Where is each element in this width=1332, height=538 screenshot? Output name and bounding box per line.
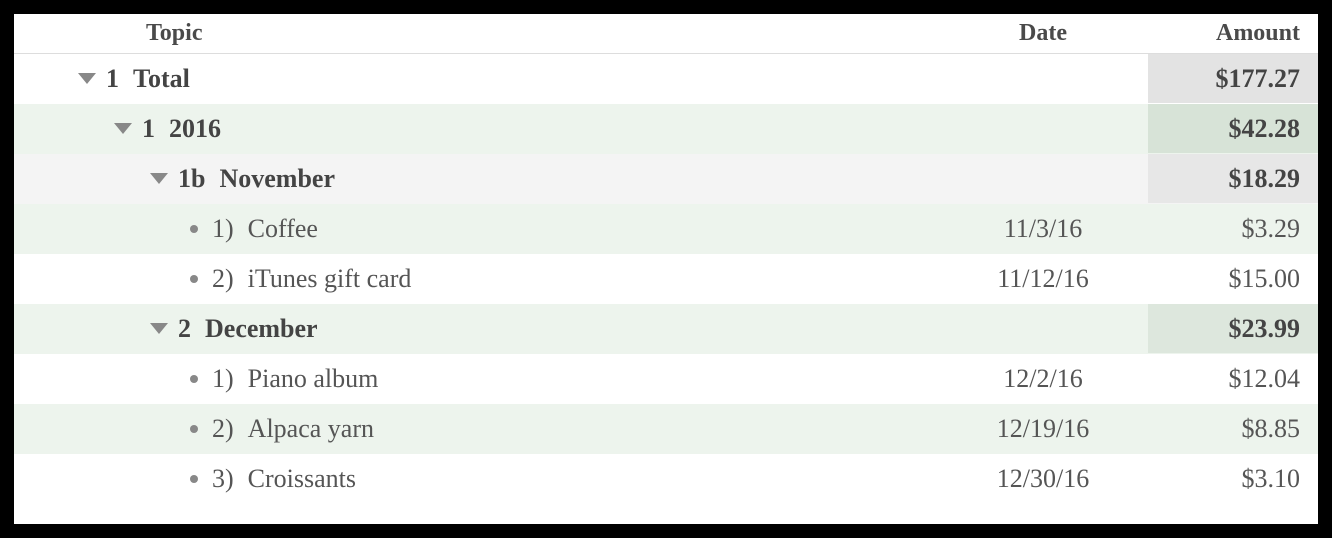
bullet-icon [190, 225, 198, 233]
cell-amount: $3.29 [1148, 204, 1318, 253]
cell-amount: $18.29 [1148, 154, 1318, 203]
row-label: iTunes gift card [248, 264, 412, 294]
chevron-down-icon[interactable] [78, 73, 96, 84]
cell-date: 11/12/16 [948, 264, 1148, 294]
row-item[interactable]: 1) Piano album 12/2/16 $12.04 [14, 354, 1318, 404]
row-item[interactable]: 3) Croissants 12/30/16 $3.10 [14, 454, 1318, 504]
row-month[interactable]: 1b November $18.29 [14, 154, 1318, 204]
cell-date: 11/3/16 [948, 214, 1148, 244]
row-number: 2 [178, 314, 191, 344]
cell-date: 12/30/16 [948, 464, 1148, 494]
row-number: 1 [106, 64, 119, 94]
column-header-row: Topic Date Amount [14, 14, 1318, 54]
column-header-topic[interactable]: Topic [14, 20, 948, 47]
cell-amount: $12.04 [1148, 354, 1318, 403]
row-label: Alpaca yarn [248, 414, 374, 444]
row-number: 2) [212, 264, 234, 294]
row-label: December [205, 314, 318, 344]
row-total[interactable]: 1 Total $177.27 [14, 54, 1318, 104]
row-item[interactable]: 2) Alpaca yarn 12/19/16 $8.85 [14, 404, 1318, 454]
row-number: 2) [212, 414, 234, 444]
column-header-amount[interactable]: Amount [1148, 20, 1318, 47]
chevron-down-icon[interactable] [150, 323, 168, 334]
row-label: Total [133, 64, 190, 94]
row-label: Croissants [248, 464, 356, 494]
row-number: 1) [212, 214, 234, 244]
bullet-icon [190, 375, 198, 383]
row-label: 2016 [169, 114, 221, 144]
row-number: 1 [142, 114, 155, 144]
outline-panel: Topic Date Amount 1 Total $177.27 1 2016… [14, 14, 1318, 524]
cell-amount: $8.85 [1148, 404, 1318, 453]
chevron-down-icon[interactable] [114, 123, 132, 134]
cell-date: 12/19/16 [948, 414, 1148, 444]
bullet-icon [190, 425, 198, 433]
cell-amount: $3.10 [1148, 454, 1318, 503]
column-header-date[interactable]: Date [948, 20, 1148, 47]
chevron-down-icon[interactable] [150, 173, 168, 184]
row-number: 1b [178, 164, 205, 194]
row-label: November [219, 164, 335, 194]
row-number: 1) [212, 364, 234, 394]
row-year[interactable]: 1 2016 $42.28 [14, 104, 1318, 154]
row-item[interactable]: 1) Coffee 11/3/16 $3.29 [14, 204, 1318, 254]
row-item[interactable]: 2) iTunes gift card 11/12/16 $15.00 [14, 254, 1318, 304]
row-label: Coffee [248, 214, 318, 244]
cell-amount: $15.00 [1148, 254, 1318, 303]
row-month[interactable]: 2 December $23.99 [14, 304, 1318, 354]
cell-amount: $42.28 [1148, 104, 1318, 153]
cell-date: 12/2/16 [948, 364, 1148, 394]
bullet-icon [190, 275, 198, 283]
cell-amount: $177.27 [1148, 54, 1318, 103]
row-label: Piano album [248, 364, 379, 394]
bullet-icon [190, 475, 198, 483]
cell-amount: $23.99 [1148, 304, 1318, 353]
row-number: 3) [212, 464, 234, 494]
